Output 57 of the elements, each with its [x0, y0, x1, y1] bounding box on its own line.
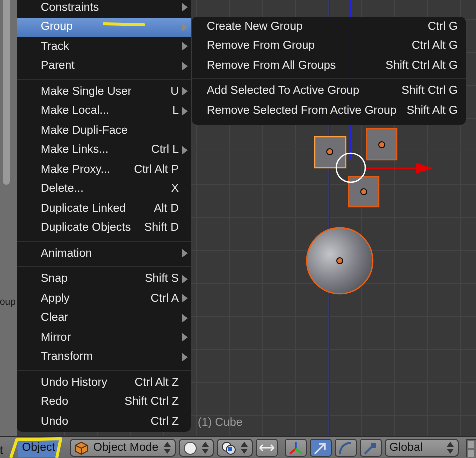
menu-item[interactable]: Remove Selected From Active Group Shift Alt G: [192, 101, 466, 120]
menu-item[interactable]: Group: [17, 18, 191, 37]
scale-button[interactable]: [360, 439, 382, 457]
highlight-bracket-drawing: [9, 437, 63, 458]
axes-icon: [288, 441, 303, 455]
menu-item[interactable]: Clear: [17, 308, 191, 328]
header-label: t: [0, 445, 4, 457]
pivot-icon: [222, 442, 236, 454]
rotate-button[interactable]: [334, 439, 357, 457]
updown-arrows-icon: [240, 442, 248, 454]
object-label: (1) Cube: [198, 417, 243, 429]
menu-item[interactable]: Make Local... L: [17, 102, 191, 121]
menu-item[interactable]: Duplicate Linked Alt D: [17, 199, 191, 218]
cube-icon: [75, 442, 88, 454]
menu-item[interactable]: Remove From Group Ctrl Alt G: [192, 36, 466, 56]
menu-item[interactable]: Make Links... Ctrl L: [17, 140, 191, 160]
menu-item[interactable]: Make Single User U: [17, 82, 191, 102]
menu-item[interactable]: Animation: [17, 244, 191, 264]
menu-item[interactable]: Parent: [17, 56, 191, 76]
menu-item[interactable]: Delete... X: [17, 180, 191, 199]
menu-item[interactable]: Make Proxy... Ctrl Alt P: [17, 160, 191, 180]
updown-arrows-icon: [202, 442, 209, 454]
menu-item[interactable]: Make Dupli-Face: [17, 121, 191, 140]
menu-item[interactable]: Transform: [17, 348, 191, 367]
axes-button[interactable]: [284, 439, 307, 457]
menu-item[interactable]: Create New Group Ctrl G: [192, 17, 466, 36]
scale-icon: [364, 442, 378, 454]
menu-item[interactable]: Constraints: [17, 0, 191, 18]
shading-dropdown[interactable]: [178, 439, 214, 457]
menu-item[interactable]: Undo Ctrl Z: [17, 412, 191, 432]
selected-cube[interactable]: [314, 136, 347, 169]
updown-arrows-icon: [164, 442, 171, 454]
sphere-icon: [184, 442, 197, 454]
menu-item[interactable]: Add Selected To Active Group Shift Ctrl G: [192, 82, 466, 101]
menu-item[interactable]: Mirror: [17, 328, 191, 348]
translate-button[interactable]: [310, 439, 332, 457]
updown-arrows-icon: [446, 442, 454, 454]
highlight-stroke: [103, 22, 145, 27]
orientation-dropdown[interactable]: Global: [384, 439, 459, 457]
pivot-dropdown[interactable]: [216, 439, 253, 457]
menu-item[interactable]: Redo Shift Ctrl Z: [17, 392, 191, 412]
menu-item[interactable]: Track: [17, 37, 191, 56]
menu-item[interactable]: Remove From All Groups Shift Ctrl Alt G: [192, 56, 466, 76]
3d-cursor-ring[interactable]: [336, 152, 366, 184]
menu-item[interactable]: Snap Shift S: [17, 270, 191, 289]
shelf-label: oup: [0, 297, 16, 308]
menu-item[interactable]: Duplicate Objects Shift D: [17, 218, 191, 238]
selected-cube[interactable]: [348, 176, 380, 208]
sphere-object[interactable]: [306, 227, 374, 295]
manipulator-toggle[interactable]: [256, 439, 278, 457]
arrows-icon: [258, 442, 275, 454]
mode-dropdown[interactable]: Object Mode: [70, 439, 176, 457]
scrollbar[interactable]: [3, 0, 10, 185]
arrow-icon: [314, 442, 328, 454]
arc-icon: [339, 442, 352, 454]
menu-item[interactable]: Undo History Ctrl Alt Z: [17, 373, 191, 392]
menu-item[interactable]: Apply Ctrl A: [17, 289, 191, 308]
